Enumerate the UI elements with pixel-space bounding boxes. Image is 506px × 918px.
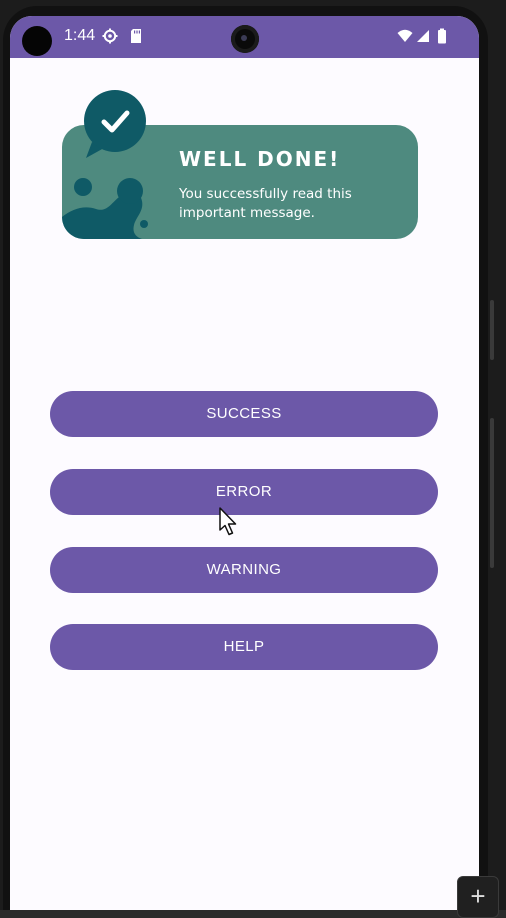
volume-button — [490, 300, 494, 360]
wifi-icon — [397, 29, 413, 42]
phone-screen: 1:44 WELL DONE! You successfully read th… — [10, 16, 479, 910]
warning-button[interactable]: WARNING — [50, 547, 438, 593]
status-bar: 1:44 — [10, 16, 479, 58]
sd-card-icon — [131, 29, 141, 43]
mouse-pointer-icon — [219, 507, 237, 536]
toast-message: You successfully read this important mes… — [179, 186, 352, 221]
front-camera — [231, 25, 259, 53]
error-button[interactable]: ERROR — [50, 469, 438, 515]
help-button[interactable]: HELP — [50, 624, 438, 670]
checkmark-icon — [84, 90, 146, 158]
power-button — [490, 418, 494, 568]
status-time: 1:44 — [64, 27, 96, 44]
camera-cutout — [22, 26, 52, 56]
toast-title: WELL DONE! — [179, 147, 341, 171]
battery-icon — [438, 28, 446, 44]
success-button[interactable]: SUCCESS — [50, 391, 438, 437]
add-button[interactable]: + — [457, 876, 499, 918]
signal-icon — [417, 30, 429, 42]
settings-icon — [102, 28, 118, 44]
device-frame: 1:44 WELL DONE! You successfully read th… — [0, 0, 506, 918]
